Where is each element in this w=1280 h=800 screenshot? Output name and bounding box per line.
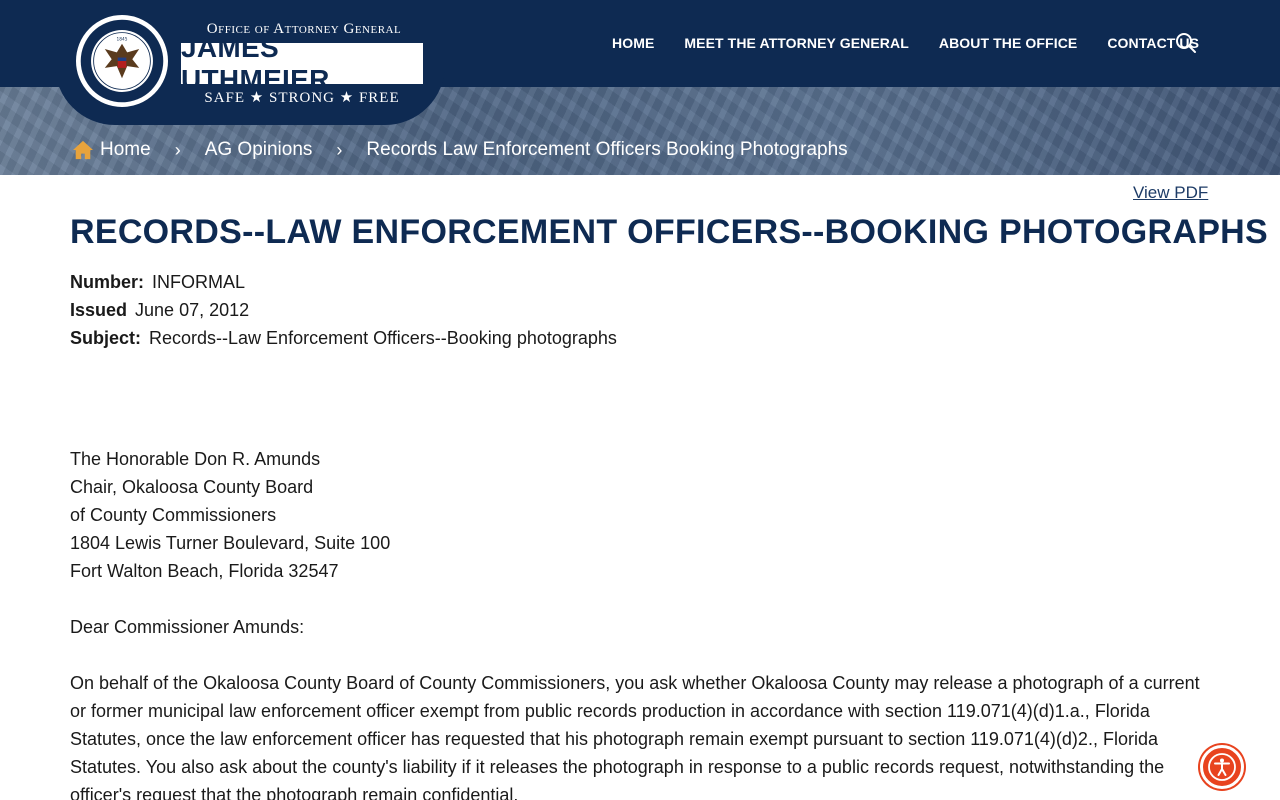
home-icon <box>73 140 93 160</box>
breadcrumb-home[interactable]: Home <box>72 139 151 161</box>
tagline: SAFE ★ STRONG ★ FREE <box>204 90 400 106</box>
nav-about-the-office[interactable]: ABOUT THE OFFICE <box>939 35 1077 51</box>
accessibility-icon <box>1208 753 1236 781</box>
meta-issued-label: Issued <box>70 300 128 320</box>
meta-issued: Issued June 07, 2012 <box>70 296 617 324</box>
breadcrumb-ag-opinions[interactable]: AG Opinions <box>205 139 313 161</box>
meta-subject-value: Records--Law Enforcement Officers--Booki… <box>149 328 617 348</box>
view-pdf-link[interactable]: View PDF <box>1133 183 1208 203</box>
recipient-address: The Honorable Don R. Amunds Chair, Okalo… <box>70 445 1210 585</box>
accessibility-button[interactable] <box>1200 745 1244 789</box>
breadcrumb-home-label: Home <box>100 139 151 160</box>
greeting: Dear Commissioner Amunds: <box>70 617 305 637</box>
address-line: Fort Walton Beach, Florida 32547 <box>70 561 339 581</box>
meta-number: Number: INFORMAL <box>70 268 617 296</box>
breadcrumb-separator: › <box>336 139 343 160</box>
search-icon <box>1176 33 1196 53</box>
breadcrumb-current: Records Law Enforcement Officers Booking… <box>366 139 848 160</box>
address-line: 1804 Lewis Turner Boulevard, Suite 100 <box>70 533 391 553</box>
address-line: The Honorable Don R. Amunds <box>70 449 321 469</box>
seal-icon: 1845 <box>80 19 164 103</box>
meta-issued-value: June 07, 2012 <box>135 300 250 320</box>
nav-meet-the-attorney-general[interactable]: MEET THE ATTORNEY GENERAL <box>684 35 908 51</box>
address-line: of County Commissioners <box>70 505 277 525</box>
meta-number-value: INFORMAL <box>152 272 246 292</box>
opinion-body: The Honorable Don R. Amunds Chair, Okalo… <box>70 445 1210 800</box>
svg-text:1845: 1845 <box>117 36 128 42</box>
ag-name-logo[interactable]: JAMES UTHMEIER <box>181 32 423 95</box>
main-nav: HOME MEET THE ATTORNEY GENERAL ABOUT THE… <box>612 33 1229 53</box>
address-line: Chair, Okaloosa County Board <box>70 477 314 497</box>
site-header: 1845 Office of Attorney General JAMES UT… <box>0 0 1280 175</box>
nav-home[interactable]: HOME <box>612 35 654 51</box>
seal-logo[interactable]: 1845 <box>76 15 168 107</box>
meta-subject: Subject: Records--Law Enforcement Officer… <box>70 324 617 352</box>
search-button[interactable] <box>1174 31 1198 55</box>
breadcrumb: Home › AG Opinions › Records Law Enforce… <box>72 137 848 163</box>
meta-number-label: Number: <box>70 272 145 292</box>
opinion-meta: Number: INFORMAL Issued June 07, 2012 Subj… <box>70 268 617 352</box>
page-title: RECORDS--LAW ENFORCEMENT OFFICERS--BOOKI… <box>70 213 1269 251</box>
breadcrumb-separator: › <box>174 139 181 160</box>
meta-subject-label: Subject: <box>70 328 142 348</box>
body-paragraph: On behalf of the Okaloosa County Board o… <box>70 673 1200 800</box>
